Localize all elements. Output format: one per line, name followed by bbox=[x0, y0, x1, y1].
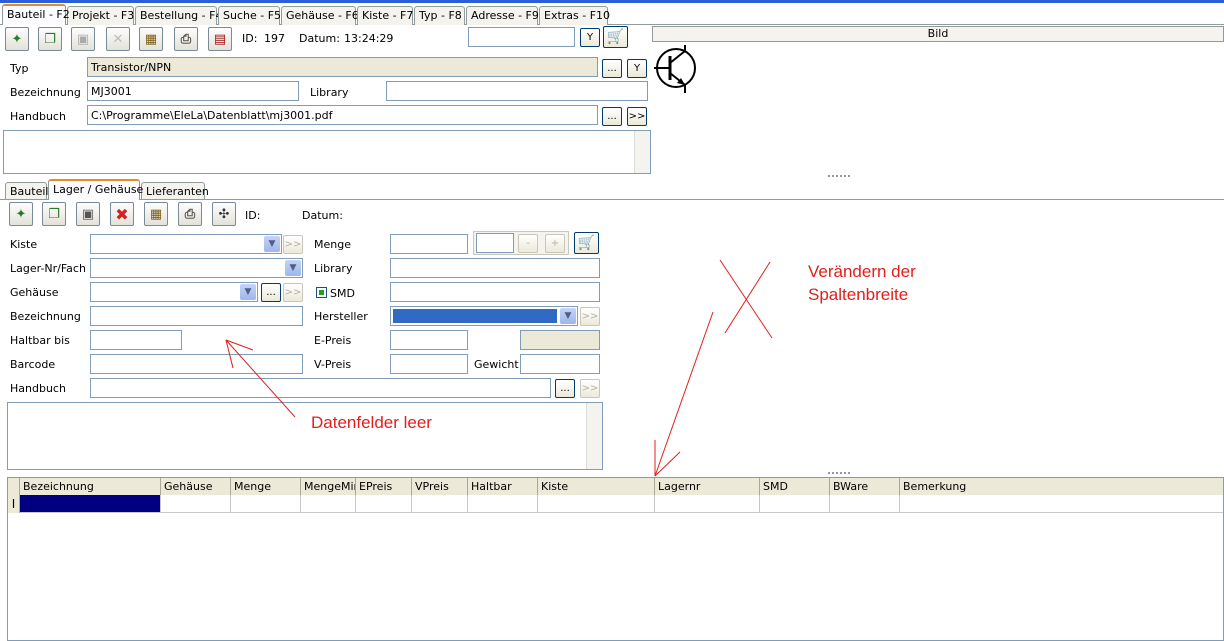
annotation-veraendern-line2: Spaltenbreite bbox=[808, 285, 909, 304]
subtab-lager-gehaeuse[interactable]: Lager / Gehäuse bbox=[48, 179, 143, 200]
annotation-veraendern-line1: Verändern der bbox=[808, 262, 916, 281]
annotation-datenfelder: Datenfelder leer bbox=[311, 413, 432, 432]
annotation-box: Verändern der Spaltenbreite bbox=[806, 261, 977, 366]
annotation-arrows bbox=[225, 259, 773, 477]
tab-bauteil[interactable]: Bauteil - F2 bbox=[2, 4, 70, 25]
